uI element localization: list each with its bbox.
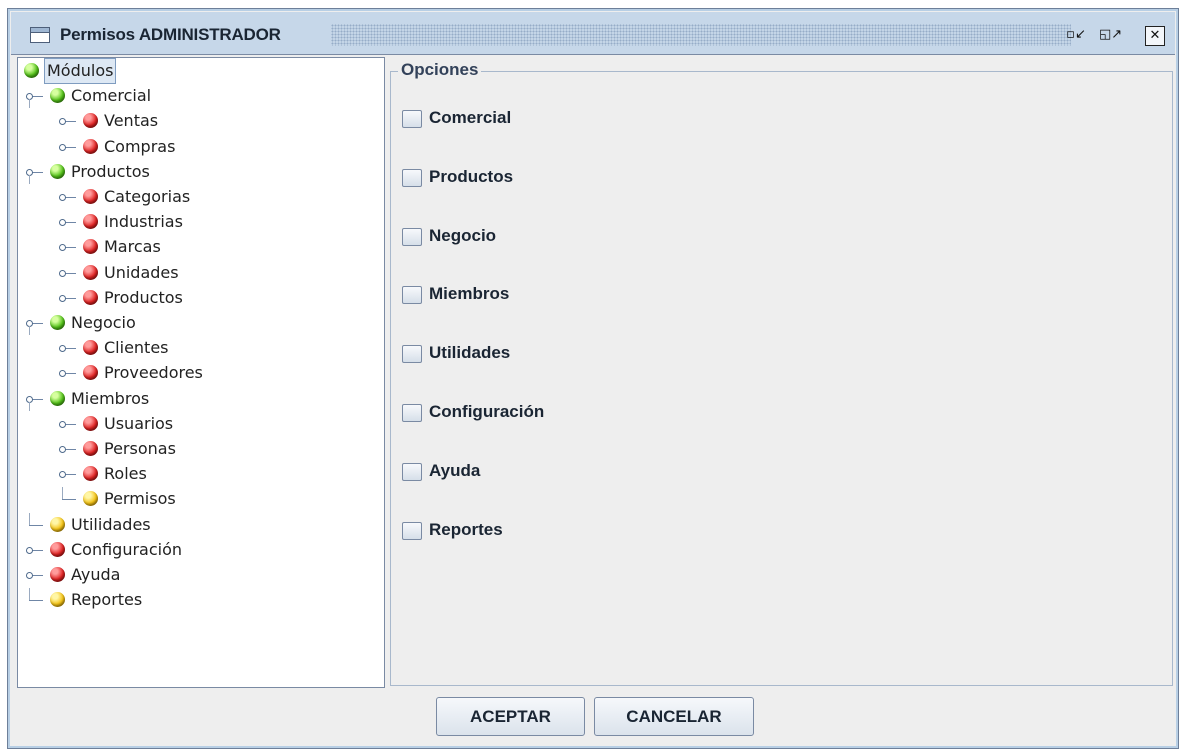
options-fieldset	[390, 71, 1173, 686]
close-icon[interactable]: ✕	[1145, 26, 1165, 46]
status-dot-icon	[50, 163, 65, 179]
tree-connector	[29, 588, 30, 601]
tree-item-label: Marcas	[104, 237, 161, 257]
tree-connector	[29, 401, 30, 411]
tree-item-label: Categorias	[104, 187, 191, 206]
tree-item-label: Permisos	[104, 489, 176, 509]
checkbox-label: Negocio	[429, 225, 497, 245]
checkbox-label: Configuración	[429, 402, 545, 421]
checkbox-label: Reportes	[429, 519, 503, 539]
tree-item-label: Proveedores	[104, 363, 203, 383]
status-dot-icon	[83, 113, 98, 129]
status-dot-icon	[50, 516, 65, 532]
tree-item-label: Comercial	[71, 86, 152, 106]
tree-item-label: Reportes	[71, 590, 143, 610]
tree-item-label: Productos	[104, 287, 183, 307]
status-dot-icon	[83, 365, 98, 381]
tree-item-label: Industrias	[104, 212, 183, 232]
status-dot-icon	[83, 239, 98, 255]
status-dot-icon	[83, 189, 98, 204]
collapse-handle-icon[interactable]	[59, 118, 66, 126]
tree-item-label: Utilidades	[71, 514, 151, 534]
title-bar-texture	[331, 24, 1071, 46]
checkbox-box[interactable]	[402, 110, 422, 128]
status-dot-icon	[83, 415, 98, 431]
status-dot-icon	[83, 264, 98, 280]
title-bar[interactable]: Permisos ADMINISTRADOR ▫↙ ◱↗ ✕	[11, 12, 1175, 55]
checkbox-label: Utilidades	[429, 343, 511, 363]
status-dot-icon	[83, 289, 98, 305]
checkbox-box[interactable]	[402, 521, 422, 540]
collapse-handle-icon[interactable]	[59, 269, 66, 277]
tree-item-label: Ventas	[104, 111, 159, 131]
status-dot-icon	[50, 592, 65, 608]
window-title: Permisos ADMINISTRADOR	[60, 25, 281, 44]
status-dot-icon	[83, 491, 98, 507]
checkbox-box[interactable]	[402, 286, 422, 305]
collapse-handle-icon[interactable]	[59, 219, 66, 227]
tree-item-label: Miembros	[71, 388, 150, 408]
checkbox-label: Comercial	[429, 108, 512, 127]
tree-item-label: Compras	[104, 136, 176, 156]
checkbox-box[interactable]	[402, 345, 422, 364]
collapse-handle-icon[interactable]	[26, 572, 33, 579]
tree-item-label: Personas	[104, 439, 176, 458]
tree-item-label: Clientes	[104, 338, 169, 358]
checkbox-box[interactable]	[402, 227, 422, 246]
tree-connector	[29, 524, 43, 526]
tree-connector	[29, 174, 30, 184]
tree-connector	[29, 99, 30, 109]
status-dot-icon	[50, 567, 65, 582]
tree-item-label: Roles	[104, 464, 147, 484]
collapse-handle-icon[interactable]	[59, 446, 66, 453]
tree-connector	[29, 512, 30, 525]
collapse-handle-icon[interactable]	[26, 546, 33, 554]
collapse-handle-icon[interactable]	[59, 244, 66, 252]
tree-item-label: Negocio	[71, 313, 136, 332]
checkbox-box[interactable]	[402, 462, 422, 481]
tree-item-label: Ayuda	[71, 565, 121, 584]
checkbox-box[interactable]	[402, 168, 422, 187]
checkbox-box[interactable]	[402, 404, 422, 422]
tree-root-label: Módulos	[43, 58, 117, 84]
cancel-button[interactable]: CANCELAR	[594, 697, 754, 736]
accept-button[interactable]: ACEPTAR	[436, 697, 585, 736]
status-dot-icon	[50, 315, 65, 330]
status-dot-icon	[83, 340, 98, 356]
collapse-handle-icon[interactable]	[59, 143, 66, 151]
tree-item-label: Productos	[71, 161, 150, 181]
tree-connector	[29, 326, 30, 335]
collapse-handle-icon[interactable]	[59, 345, 66, 353]
collapse-handle-icon[interactable]	[59, 420, 66, 428]
options-legend: Opciones	[398, 60, 482, 80]
collapse-handle-icon[interactable]	[59, 194, 66, 201]
tree-item-label: Usuarios	[104, 413, 174, 433]
status-dot-icon	[83, 214, 98, 230]
maximize-icon[interactable]: ◱↗	[1099, 26, 1122, 46]
collapse-handle-icon[interactable]	[59, 294, 66, 302]
minimize-icon[interactable]: ▫↙	[1066, 26, 1086, 46]
checkbox-label: Ayuda	[429, 460, 481, 480]
tree-connector	[62, 487, 63, 500]
tree-item-label: Configuración	[71, 539, 183, 559]
tree-connector	[62, 499, 76, 501]
status-dot-icon	[24, 63, 39, 78]
collapse-handle-icon[interactable]	[59, 471, 66, 479]
outer-border	[0, 0, 1183, 4]
options-panel: Opciones	[390, 57, 1175, 688]
tree-connector	[29, 600, 43, 602]
modules-tree[interactable]: Módulos Comercial Ventas Compras Productos Ca…	[17, 57, 385, 688]
checkbox-label: Productos	[429, 166, 514, 186]
status-dot-icon	[83, 138, 98, 154]
status-dot-icon	[50, 390, 65, 406]
window-icon	[30, 27, 50, 43]
collapse-handle-icon[interactable]	[59, 370, 66, 378]
status-dot-icon	[50, 541, 65, 557]
checkbox-label: Miembros	[429, 284, 510, 304]
status-dot-icon	[83, 441, 98, 456]
status-dot-icon	[83, 466, 98, 482]
tree-item-label: Unidades	[104, 262, 179, 282]
status-dot-icon	[50, 88, 65, 104]
